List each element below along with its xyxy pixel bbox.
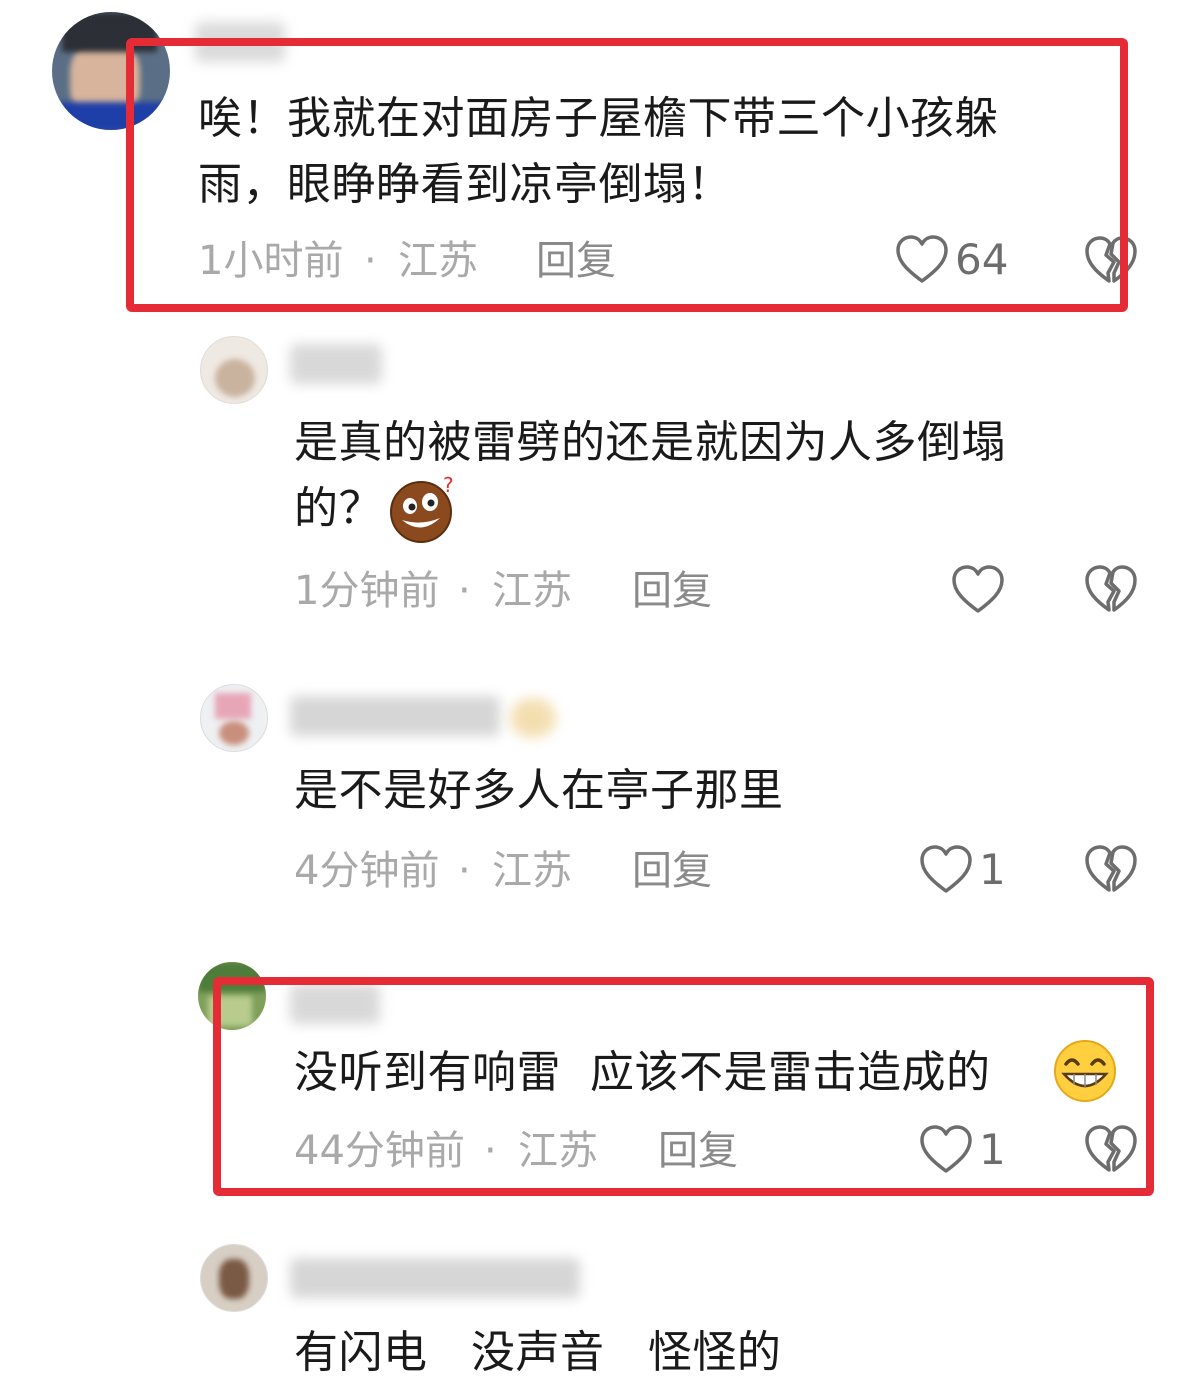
comment-text-line-1: 有闪电 没声音 怪怪的 (294, 1327, 782, 1378)
avatar[interactable] (200, 684, 268, 752)
meta-separator: · (458, 568, 471, 614)
highlight-box-1 (126, 38, 1128, 312)
avatar[interactable] (200, 336, 268, 404)
thinking-face-emoji: ? (390, 474, 454, 543)
svg-text:?: ? (443, 474, 454, 497)
like-count: 1 (979, 845, 1006, 894)
username-emoji-blurred (510, 698, 556, 738)
broken-heart-icon (1085, 845, 1137, 892)
username-blurred[interactable] (290, 1258, 580, 1298)
meta-separator: · (458, 848, 471, 894)
dislike-button[interactable] (1084, 564, 1138, 616)
comment-5: 有闪电 没声音 怪怪的 (0, 1230, 1200, 1378)
comment-text-line-2: 的？ (294, 483, 383, 534)
heart-outline-icon (920, 845, 972, 893)
comment-time: 1分钟前 (294, 568, 440, 614)
comment-location: 江苏 (492, 848, 572, 894)
reply-button[interactable]: 回复 (632, 566, 712, 616)
dislike-button[interactable] (1084, 844, 1138, 896)
comment-meta: 4分钟前 · 江苏 回复 (294, 846, 794, 896)
comment-text-line-1: 是真的被雷劈的还是就因为人多倒塌 (294, 417, 1006, 468)
broken-heart-icon (1085, 565, 1137, 612)
comment-time: 4分钟前 (294, 848, 440, 894)
username-blurred[interactable] (290, 344, 382, 384)
reply-button[interactable]: 回复 (632, 846, 712, 896)
comment-2: 是真的被雷劈的还是就因为人多倒塌 的？ ? 1分钟前 · 江苏 回复 (0, 320, 1200, 640)
like-button[interactable]: 1 (919, 844, 1006, 896)
comment-text-line-1: 是不是好多人在亭子那里 (294, 765, 784, 816)
comment-location: 江苏 (492, 568, 572, 614)
avatar[interactable] (200, 1244, 268, 1312)
highlight-box-2 (213, 977, 1154, 1196)
username-blurred[interactable] (290, 696, 500, 736)
comment-meta: 1分钟前 · 江苏 回复 (294, 566, 794, 616)
comment-3: 是不是好多人在亭子那里 4分钟前 · 江苏 回复 1 (0, 670, 1200, 930)
heart-outline-icon (952, 565, 1004, 613)
like-button[interactable] (951, 564, 1011, 616)
